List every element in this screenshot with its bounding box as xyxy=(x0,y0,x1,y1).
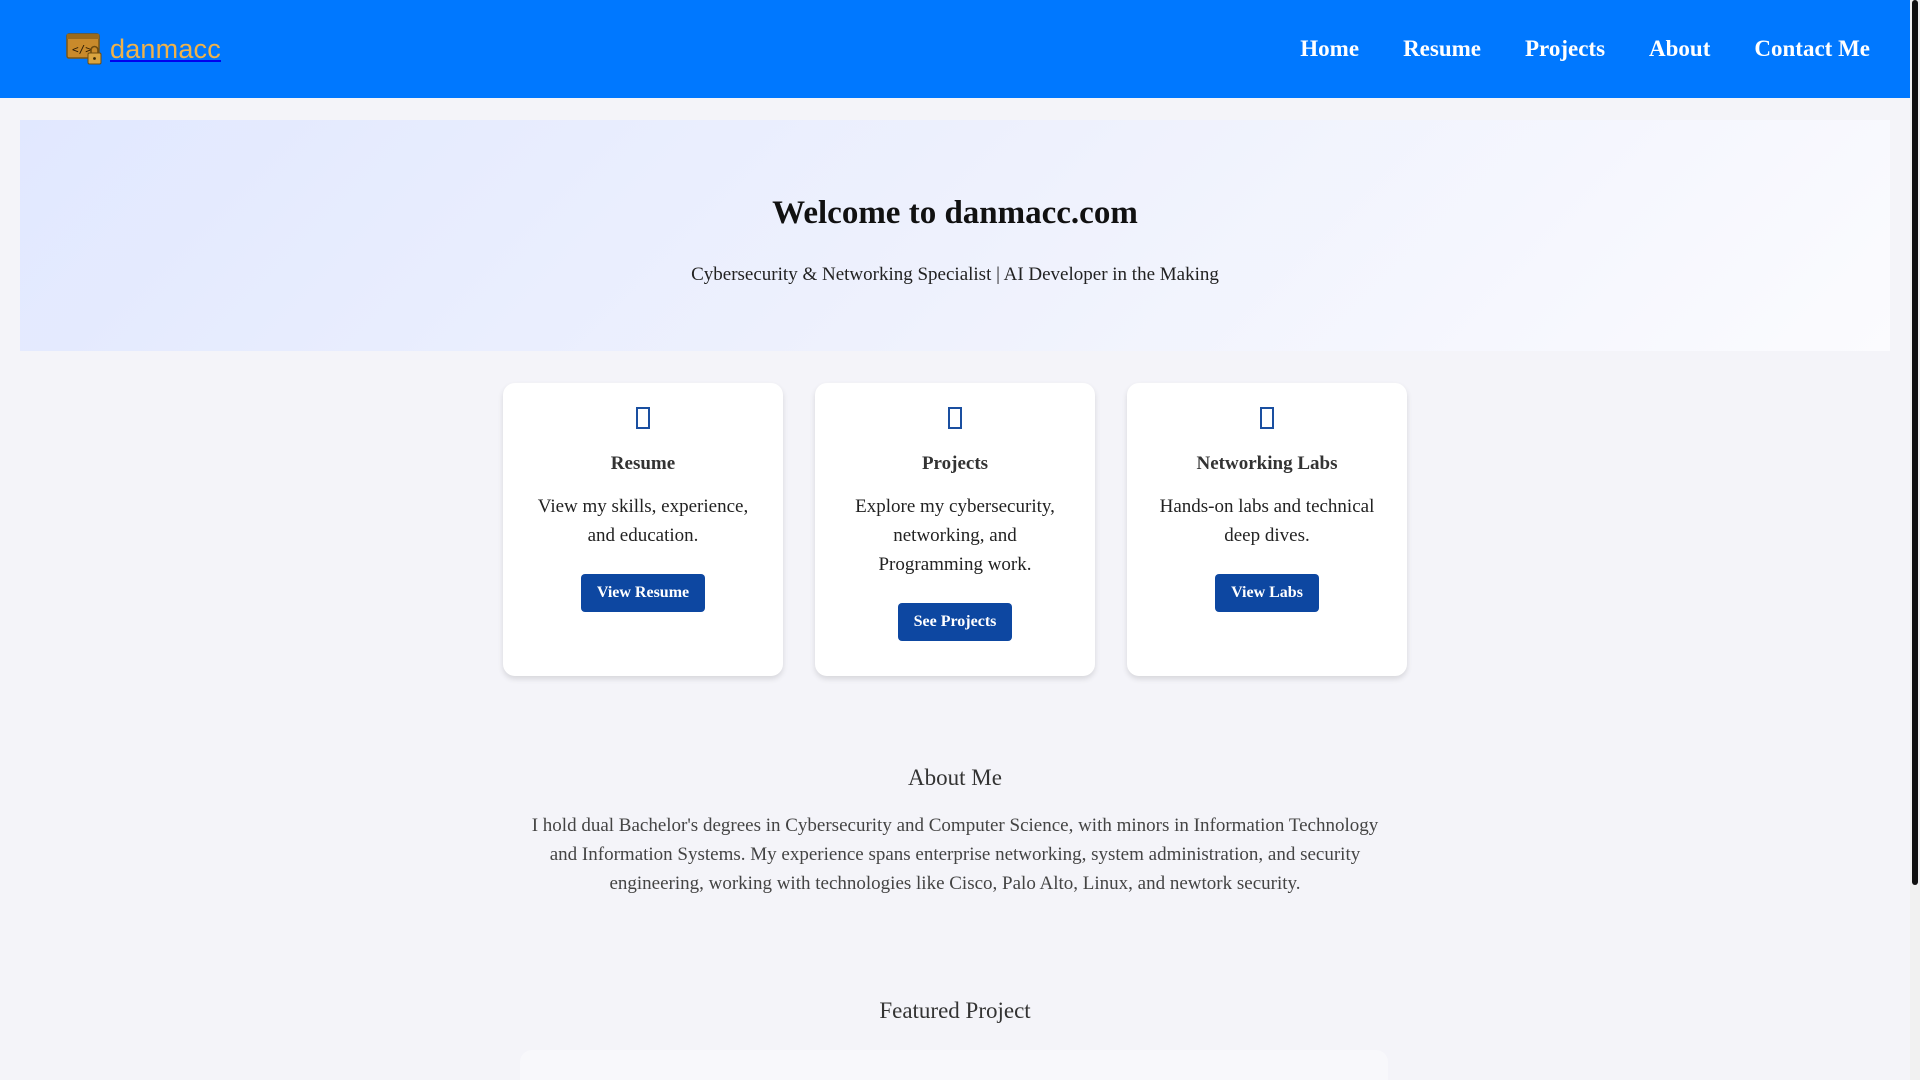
nav-about[interactable]: About xyxy=(1627,36,1732,62)
scrollbar-thumb[interactable] xyxy=(1912,0,1918,885)
hero-title: Welcome to danmacc.com xyxy=(772,195,1138,231)
card-description: Hands-on labs and technical deep dives. xyxy=(1159,496,1375,546)
card-description: Explore my cybersecurity, networking, an… xyxy=(855,496,1055,575)
nav-home[interactable]: Home xyxy=(1278,36,1381,62)
see-projects-button[interactable]: See Projects xyxy=(897,603,1013,641)
card-projects: Projects Explore my cybersecurity, netwo… xyxy=(815,383,1095,676)
folder-icon xyxy=(948,407,962,429)
card-networking-labs: Networking Labs Hands-on labs and techni… xyxy=(1127,383,1407,676)
card-resume: Resume View my skills, experience, and e… xyxy=(503,383,783,676)
featured-heading: Featured Project xyxy=(879,998,1031,1023)
featured-section: Featured Project xyxy=(0,998,1910,1024)
card-description: View my skills, experience, and educatio… xyxy=(537,496,749,546)
file-icon xyxy=(636,407,650,429)
code-lock-icon: </> xyxy=(66,31,104,67)
nav-resume[interactable]: Resume xyxy=(1381,36,1503,62)
nav-projects[interactable]: Projects xyxy=(1503,36,1627,62)
logo[interactable]: </> danmacc xyxy=(66,29,221,69)
page: </> danmacc Home Resume Projects About C… xyxy=(0,0,1910,1080)
card-title: Resume xyxy=(610,453,676,474)
view-resume-button[interactable]: View Resume xyxy=(580,574,706,612)
nav-contact-me[interactable]: Contact Me xyxy=(1732,36,1870,62)
card-grid: Resume View my skills, experience, and e… xyxy=(0,383,1910,676)
featured-project-card xyxy=(520,1050,1388,1080)
hero-section: Welcome to danmacc.com Cybersecurity & N… xyxy=(20,120,1890,351)
page-scrollbar[interactable] xyxy=(1910,0,1920,1080)
hero-subtitle: Cybersecurity & Networking Specialist | … xyxy=(691,264,1219,285)
logo-text: danmacc xyxy=(110,33,221,64)
card-title: Networking Labs xyxy=(1196,453,1338,474)
main-nav: Home Resume Projects About Contact Me xyxy=(1278,36,1870,62)
network-icon xyxy=(1260,407,1274,429)
view-labs-button[interactable]: View Labs xyxy=(1215,574,1319,612)
card-title: Projects xyxy=(921,453,989,474)
site-header: </> danmacc Home Resume Projects About C… xyxy=(0,0,1910,98)
about-heading: About Me xyxy=(908,765,1002,790)
about-body: I hold dual Bachelor's degrees in Cybers… xyxy=(531,815,1379,894)
about-section: About Me I hold dual Bachelor's degrees … xyxy=(0,765,1910,898)
